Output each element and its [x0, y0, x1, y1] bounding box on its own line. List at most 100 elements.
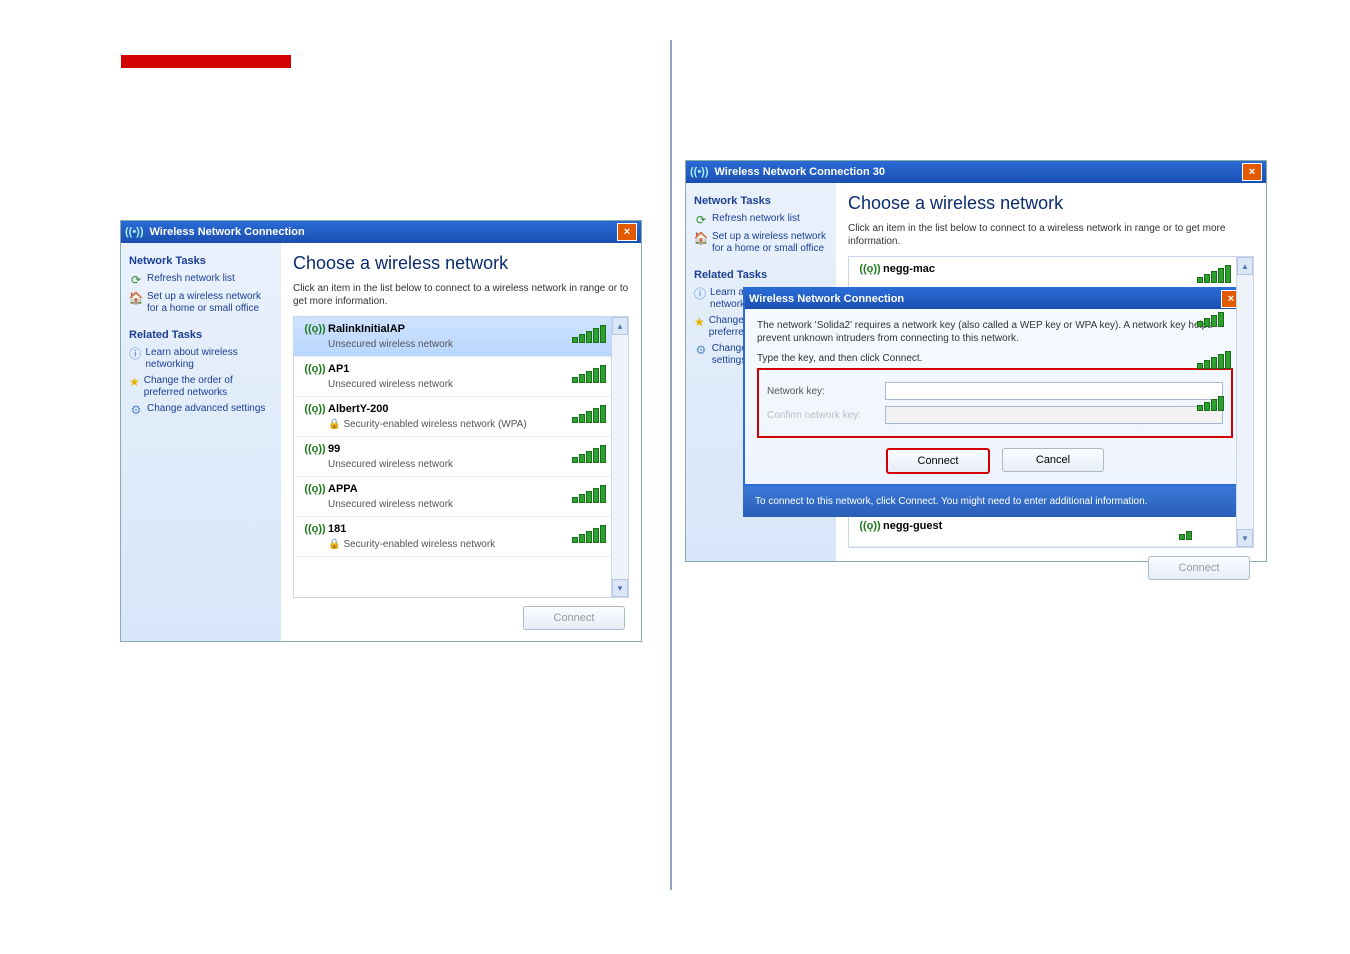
sidebar-link-refresh[interactable]: ⟳Refresh network list [694, 213, 828, 227]
network-list: ((ǫ))RalinkInitialAPUnsecured wireless n… [293, 316, 629, 598]
signal-icon [1197, 351, 1231, 369]
sidebar-link-setup[interactable]: 🏠Set up a wireless network for a home or… [694, 231, 828, 255]
connect-hint: To connect to this network, click Connec… [743, 486, 1247, 517]
network-name: AlbertY-200 [328, 403, 572, 415]
network-item[interactable]: ((ǫ))AlbertY-200🔒Security-enabled wirele… [294, 397, 628, 437]
screenshot-left: ((•)) Wireless Network Connection × Netw… [120, 220, 642, 642]
network-item[interactable]: ((ǫ)) negg-guest [849, 514, 1235, 547]
network-item[interactable]: ((ǫ))APPA Unsecured wireless network [294, 477, 628, 517]
dialog-overlay: Wireless Network Connection × The networ… [743, 287, 1247, 517]
scroll-up-button[interactable]: ▴ [1237, 257, 1253, 275]
network-name: negg-guest [883, 520, 1179, 532]
sidebar-heading-network-tasks: Network Tasks [694, 195, 828, 207]
network-key-dialog: Wireless Network Connection × The networ… [743, 287, 1247, 486]
network-name: AP1 [328, 363, 572, 375]
gear-icon: ⚙ [129, 403, 143, 417]
refresh-icon: ⟳ [129, 273, 143, 287]
main-panel: Choose a wireless network Click an item … [836, 183, 1266, 561]
star-icon: ★ [129, 375, 140, 389]
antenna-icon: ((ǫ)) [302, 363, 328, 375]
close-button[interactable]: × [1242, 163, 1262, 181]
setup-icon: 🏠 [129, 291, 143, 305]
scroll-track[interactable] [1237, 275, 1253, 529]
window-titlebar: ((•)) Wireless Network Connection × [121, 221, 641, 243]
sidebar-heading-related-tasks: Related Tasks [129, 329, 273, 341]
signal-icon [572, 405, 606, 423]
signal-icon [1197, 309, 1231, 327]
signal-icon [572, 325, 606, 343]
lock-icon: 🔒 [328, 539, 340, 550]
background-signals [1197, 307, 1231, 411]
main-heading: Choose a wireless network [293, 253, 629, 274]
header-accent-bar [121, 55, 291, 68]
lock-icon: 🔒 [328, 419, 340, 430]
network-list: ((ǫ)) negg-mac Wireless Network Connecti… [848, 256, 1254, 548]
signal-icon [572, 445, 606, 463]
connect-button[interactable]: Connect [1148, 556, 1250, 580]
sidebar-heading-network-tasks: Network Tasks [129, 255, 273, 267]
network-security: 🔒Security-enabled wireless network (WPA) [328, 419, 572, 430]
scroll-down-button[interactable]: ▾ [1237, 529, 1253, 547]
column-divider [670, 40, 672, 890]
info-icon: ⓘ [129, 347, 141, 361]
confirm-key-input[interactable] [885, 406, 1223, 424]
scroll-track[interactable] [612, 335, 628, 579]
sidebar-link-learn[interactable]: ⓘLearn about wireless networking [129, 347, 273, 371]
network-name: 99 [328, 443, 572, 455]
antenna-icon: ((ǫ)) [857, 520, 883, 532]
dialog-cancel-button[interactable]: Cancel [1002, 448, 1104, 472]
network-security: Unsecured wireless network [328, 379, 572, 390]
screenshot-right: ((•)) Wireless Network Connection 30 × N… [685, 160, 1267, 562]
antenna-icon: ((ǫ)) [302, 483, 328, 495]
antenna-icon: ((ǫ)) [857, 263, 883, 275]
window-titlebar: ((•)) Wireless Network Connection 30 × [686, 161, 1266, 183]
sidebar-link-order[interactable]: ★Change the order of preferred networks [129, 375, 273, 399]
network-key-input[interactable] [885, 382, 1223, 400]
close-button[interactable]: × [617, 223, 637, 241]
sidebar-heading-related-tasks: Related Tasks [694, 269, 828, 281]
network-item[interactable]: ((ǫ))RalinkInitialAP Unsecured wireless n… [294, 317, 628, 357]
sidebar-link-setup[interactable]: 🏠Set up a wireless network for a home or… [129, 291, 273, 315]
input-group-highlight: Network key: Confirm network key: [757, 368, 1233, 438]
confirm-key-label: Confirm network key: [767, 410, 877, 421]
dialog-titlebar: Wireless Network Connection × [745, 289, 1245, 309]
page: ((•)) Wireless Network Connection × Netw… [0, 0, 1350, 954]
network-item[interactable]: ((ǫ))181🔒Security-enabled wireless netwo… [294, 517, 628, 557]
sidebar-link-refresh[interactable]: ⟳Refresh network list [129, 273, 273, 287]
network-key-label: Network key: [767, 386, 877, 397]
network-item[interactable]: ((ǫ)) negg-mac [849, 257, 1253, 290]
sidebar-link-advanced[interactable]: ⚙Change advanced settings [129, 403, 273, 417]
network-name: APPA [328, 483, 572, 495]
scroll-down-button[interactable]: ▾ [612, 579, 628, 597]
main-subtext: Click an item in the list below to conne… [293, 282, 629, 308]
dialog-message: The network 'Solida2' requires a network… [757, 319, 1233, 345]
signal-icon [572, 365, 606, 383]
antenna-icon: ((ǫ)) [302, 323, 328, 335]
dialog-connect-button[interactable]: Connect [886, 448, 990, 474]
network-security: Unsecured wireless network [328, 459, 572, 470]
wifi-icon: ((•)) [690, 166, 709, 178]
signal-icon [1197, 393, 1231, 411]
window-title: Wireless Network Connection 30 [715, 166, 885, 178]
connect-button[interactable]: Connect [523, 606, 625, 630]
signal-icon [1197, 265, 1231, 283]
scrollbar[interactable]: ▴ ▾ [1236, 257, 1253, 547]
network-security: Unsecured wireless network [328, 499, 572, 510]
network-name: negg-mac [883, 263, 1197, 275]
sidebar: Network Tasks ⟳Refresh network list 🏠Set… [121, 243, 281, 641]
network-name: RalinkInitialAP [328, 323, 572, 335]
main-subtext: Click an item in the list below to conne… [848, 222, 1254, 248]
network-name: 181 [328, 523, 572, 535]
signal-icon [572, 525, 606, 543]
main-panel: Choose a wireless network Click an item … [281, 243, 641, 641]
network-item[interactable]: ((ǫ))99Unsecured wireless network [294, 437, 628, 477]
network-item[interactable]: ((ǫ))AP1 Unsecured wireless network [294, 357, 628, 397]
wifi-icon: ((•)) [125, 226, 144, 238]
star-icon: ★ [694, 315, 705, 329]
dialog-message-2: Type the key, and then click Connect. [757, 353, 1233, 364]
scroll-up-button[interactable]: ▴ [612, 317, 628, 335]
scrollbar[interactable]: ▴ ▾ [611, 317, 628, 597]
network-security: Unsecured wireless network [328, 339, 572, 350]
gear-icon: ⚙ [694, 343, 708, 357]
refresh-icon: ⟳ [694, 213, 708, 227]
